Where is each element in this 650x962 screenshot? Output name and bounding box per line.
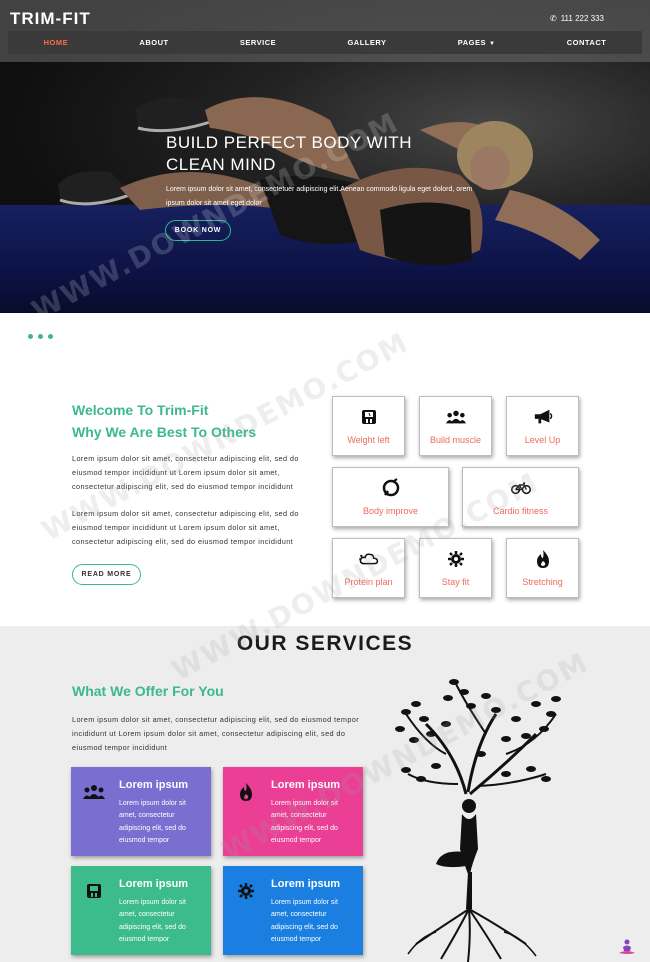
feature-label: Stay fit (441, 577, 470, 587)
welcome-title: Welcome To Trim-Fit (72, 402, 209, 418)
book-now-button[interactable]: BOOK NOW (165, 220, 231, 241)
welcome-paragraph-1: Lorem ipsum dolor sit amet, consectetur … (72, 454, 299, 491)
service-card-text: Lorem ipsum dolor sit amet, consectetur … (271, 899, 338, 944)
main-nav: HOME ABOUT SERVICE GALLERY PAGES ▼ CONTAC… (8, 31, 642, 54)
nav-gallery[interactable]: GALLERY (347, 38, 386, 47)
service-card-title: Lorem ipsum (119, 878, 189, 890)
feature-label: Body improve (362, 506, 419, 516)
feature-body-improve[interactable]: Body improve (332, 467, 449, 527)
feature-label: Build muscle (429, 435, 482, 445)
group-icon (445, 407, 466, 427)
feature-stay-fit[interactable]: Stay fit (419, 538, 492, 598)
service-card[interactable]: Lorem ipsum Lorem ipsum dolor sit amet, … (71, 767, 211, 856)
service-card-title: Lorem ipsum (119, 779, 189, 791)
feature-label: Stretching (522, 577, 563, 587)
site-logo[interactable]: TRIM-FIT (10, 9, 91, 29)
dot (48, 334, 53, 339)
service-card[interactable]: Lorem ipsum Lorem ipsum dolor sit amet, … (223, 866, 363, 955)
feature-label: Weight left (347, 435, 390, 445)
service-card[interactable]: Lorem ipsum Lorem ipsum dolor sit amet, … (223, 767, 363, 856)
flame-icon (235, 781, 257, 803)
feature-label: Protein plan (344, 577, 393, 587)
body-icon (381, 478, 401, 498)
service-card-title: Lorem ipsum (271, 878, 341, 890)
phone-text: 111 222 333 (560, 14, 604, 23)
welcome-paragraph-2: Lorem ipsum dolor sit amet, consectetur … (72, 509, 299, 546)
nav-home[interactable]: HOME (44, 38, 69, 47)
meditation-icon (619, 939, 635, 954)
feature-protein-plan[interactable]: Protein plan (332, 538, 405, 598)
dot (28, 334, 33, 339)
scale-icon (359, 407, 379, 427)
top-bar: TRIM-FIT ✆ 111 222 333 HOME ABOUT SERVIC… (0, 0, 650, 62)
group-icon (83, 781, 105, 803)
scale-icon (83, 880, 105, 902)
gear-icon (446, 549, 466, 569)
feature-label: Level Up (524, 435, 561, 445)
section-dots (28, 334, 53, 339)
service-card-text: Lorem ipsum dolor sit amet, consectetur … (119, 899, 186, 944)
service-card[interactable]: Lorem ipsum Lorem ipsum dolor sit amet, … (71, 866, 211, 955)
megaphone-icon (533, 407, 553, 427)
service-card-title: Lorem ipsum (271, 779, 341, 791)
bicycle-icon (510, 478, 531, 498)
nav-service[interactable]: SERVICE (240, 38, 276, 47)
nav-about[interactable]: ABOUT (139, 38, 168, 47)
hero-text: Lorem ipsum dolor sit amet, consectetuer… (166, 186, 473, 207)
feature-weight-left[interactable]: Weight left (332, 396, 405, 456)
read-more-button[interactable]: READ MORE (72, 564, 141, 585)
phone-number: ✆ 111 222 333 (550, 14, 604, 23)
feature-stretching[interactable]: Stretching (506, 538, 579, 598)
feature-label: Cardio fitness (492, 506, 549, 516)
nav-contact[interactable]: CONTACT (567, 38, 607, 47)
phone-icon: ✆ (549, 14, 557, 23)
feature-cardio-fitness[interactable]: Cardio fitness (462, 467, 579, 527)
offer-text: Lorem ipsum dolor sit amet, consectetur … (72, 715, 360, 752)
hero-title: BUILD PERFECT BODY WITH CLEAN MIND (166, 133, 413, 174)
yoga-tree-illustration (395, 679, 561, 962)
dot (38, 334, 43, 339)
nav-pages-label: PAGES (457, 38, 486, 47)
feature-build-muscle[interactable]: Build muscle (419, 396, 492, 456)
services-title: OUR SERVICES (236, 632, 414, 655)
service-card-text: Lorem ipsum dolor sit amet, consectetur … (271, 800, 338, 845)
cloud-icon (358, 549, 379, 569)
gear-icon (235, 880, 257, 902)
welcome-subtitle: Why We Are Best To Others (72, 424, 257, 440)
offer-title: What We Offer For You (72, 683, 224, 699)
nav-pages[interactable]: PAGES ▼ (458, 38, 496, 47)
caret-down-icon: ▼ (489, 41, 496, 47)
feature-level-up[interactable]: Level Up (506, 396, 579, 456)
service-card-text: Lorem ipsum dolor sit amet, consectetur … (119, 800, 186, 845)
flame-icon (533, 549, 553, 569)
